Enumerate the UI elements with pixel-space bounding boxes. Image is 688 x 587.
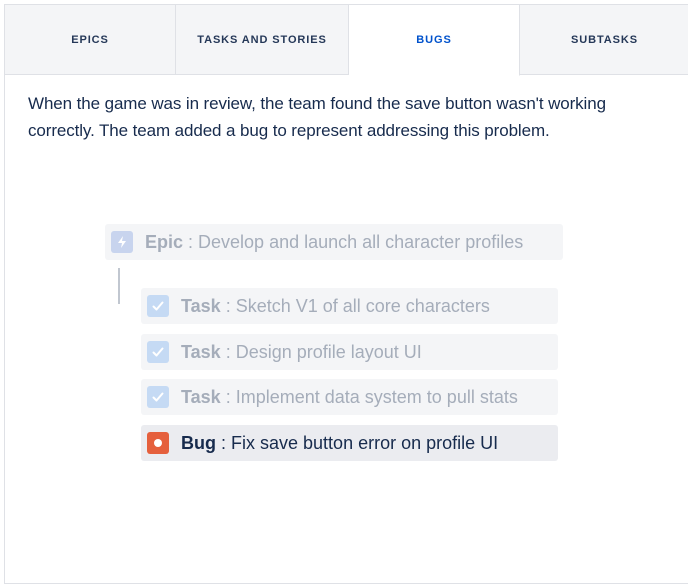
task-title: Implement data system to pull stats bbox=[235, 386, 518, 407]
task-type-label: Task bbox=[181, 386, 221, 407]
task-row: Task : Design profile layout UI bbox=[141, 334, 558, 370]
epic-row: Epic : Develop and launch all character … bbox=[105, 224, 563, 260]
tab-epics[interactable]: EPICS bbox=[5, 4, 176, 75]
task-title: Design profile layout UI bbox=[235, 341, 422, 362]
epic-type-label: Epic bbox=[145, 231, 184, 252]
task-row: Task : Implement data system to pull sta… bbox=[141, 379, 558, 415]
task-title: Sketch V1 of all core characters bbox=[235, 295, 490, 316]
lightning-icon bbox=[111, 231, 133, 253]
task-separator: : bbox=[225, 386, 231, 407]
tab-bar: EPICS TASKS AND STORIES BUGS SUBTASKS bbox=[5, 4, 688, 76]
checkbox-icon bbox=[147, 386, 169, 408]
epic-separator: : bbox=[188, 231, 194, 252]
task-row: Task : Sketch V1 of all core characters bbox=[141, 288, 558, 324]
bug-title: Fix save button error on profile UI bbox=[231, 432, 499, 453]
bug-row: Bug : Fix save button error on profile U… bbox=[141, 425, 558, 461]
tab-subtasks[interactable]: SUBTASKS bbox=[520, 4, 688, 75]
tree-connector bbox=[118, 268, 120, 304]
bug-icon bbox=[147, 432, 169, 454]
task-type-label: Task bbox=[181, 295, 221, 316]
description-text: When the game was in review, the team fo… bbox=[28, 94, 606, 140]
checkbox-icon bbox=[147, 341, 169, 363]
tab-bugs[interactable]: BUGS bbox=[349, 4, 520, 76]
task-separator: : bbox=[225, 341, 231, 362]
checkbox-icon bbox=[147, 295, 169, 317]
bug-type-label: Bug bbox=[181, 432, 216, 453]
task-type-label: Task bbox=[181, 341, 221, 362]
epic-title: Develop and launch all character profile… bbox=[198, 231, 524, 252]
tab-tasks-and-stories[interactable]: TASKS AND STORIES bbox=[176, 4, 349, 75]
bug-separator: : bbox=[221, 432, 227, 453]
task-separator: : bbox=[225, 295, 231, 316]
